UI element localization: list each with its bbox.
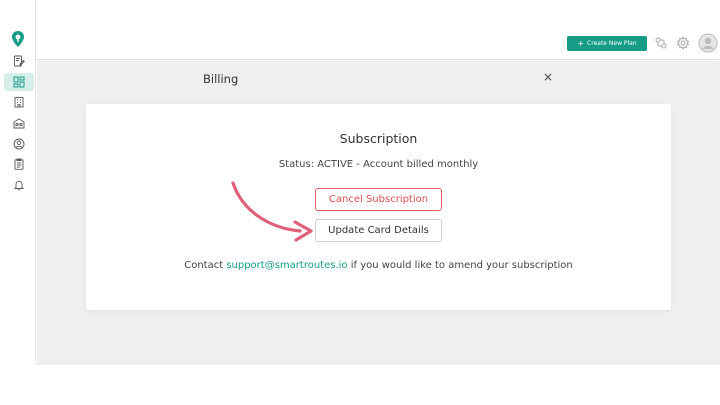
bell-icon (13, 176, 25, 195)
contact-prefix: Contact (184, 260, 227, 271)
avatar[interactable] (698, 33, 718, 53)
sidebar-item-locations[interactable] (4, 93, 34, 111)
edit-document-icon (13, 52, 25, 71)
top-bar: + Create New Plan (36, 0, 720, 60)
clipboard-icon (13, 155, 25, 174)
user-circle-icon (13, 135, 25, 154)
page-title: Billing (203, 72, 239, 86)
cancel-subscription-button[interactable]: Cancel Subscription (315, 188, 442, 211)
subscription-card: Subscription Status: ACTIVE - Account bi… (86, 104, 671, 310)
building-icon (13, 93, 25, 112)
update-card-details-button[interactable]: Update Card Details (315, 219, 442, 242)
close-icon[interactable]: × (541, 69, 555, 85)
create-new-plan-label: Create New Plan (587, 40, 637, 47)
sidebar-item-drivers[interactable] (4, 135, 34, 153)
sidebar-item-notifications[interactable] (4, 176, 34, 194)
subscription-title: Subscription (339, 131, 418, 146)
plus-icon: + (577, 38, 585, 48)
sidebar-item-dashboard[interactable] (4, 73, 34, 91)
route-icon[interactable] (654, 35, 668, 51)
sidebar-item-depots[interactable] (4, 114, 34, 132)
warehouse-icon (13, 114, 25, 133)
support-email-link[interactable]: support@smartroutes.io (226, 260, 347, 271)
main-content: Billing × Subscription Status: ACTIVE - … (37, 61, 720, 365)
sidebar (0, 0, 36, 365)
contact-text: Contact support@smartroutes.io if you wo… (86, 260, 671, 271)
contact-suffix: if you would like to amend your subscrip… (347, 260, 573, 271)
sidebar-item-reports[interactable] (4, 155, 34, 173)
subscription-status: Status: ACTIVE - Account billed monthly (278, 159, 479, 170)
sidebar-item-plans[interactable] (4, 52, 34, 70)
create-new-plan-button[interactable]: + Create New Plan (567, 36, 647, 51)
logo-icon[interactable] (10, 30, 26, 48)
app-window: + Create New Plan Billing × Subscription… (0, 0, 720, 365)
dashboard-grid-icon (13, 73, 25, 92)
gear-icon[interactable] (676, 35, 690, 51)
